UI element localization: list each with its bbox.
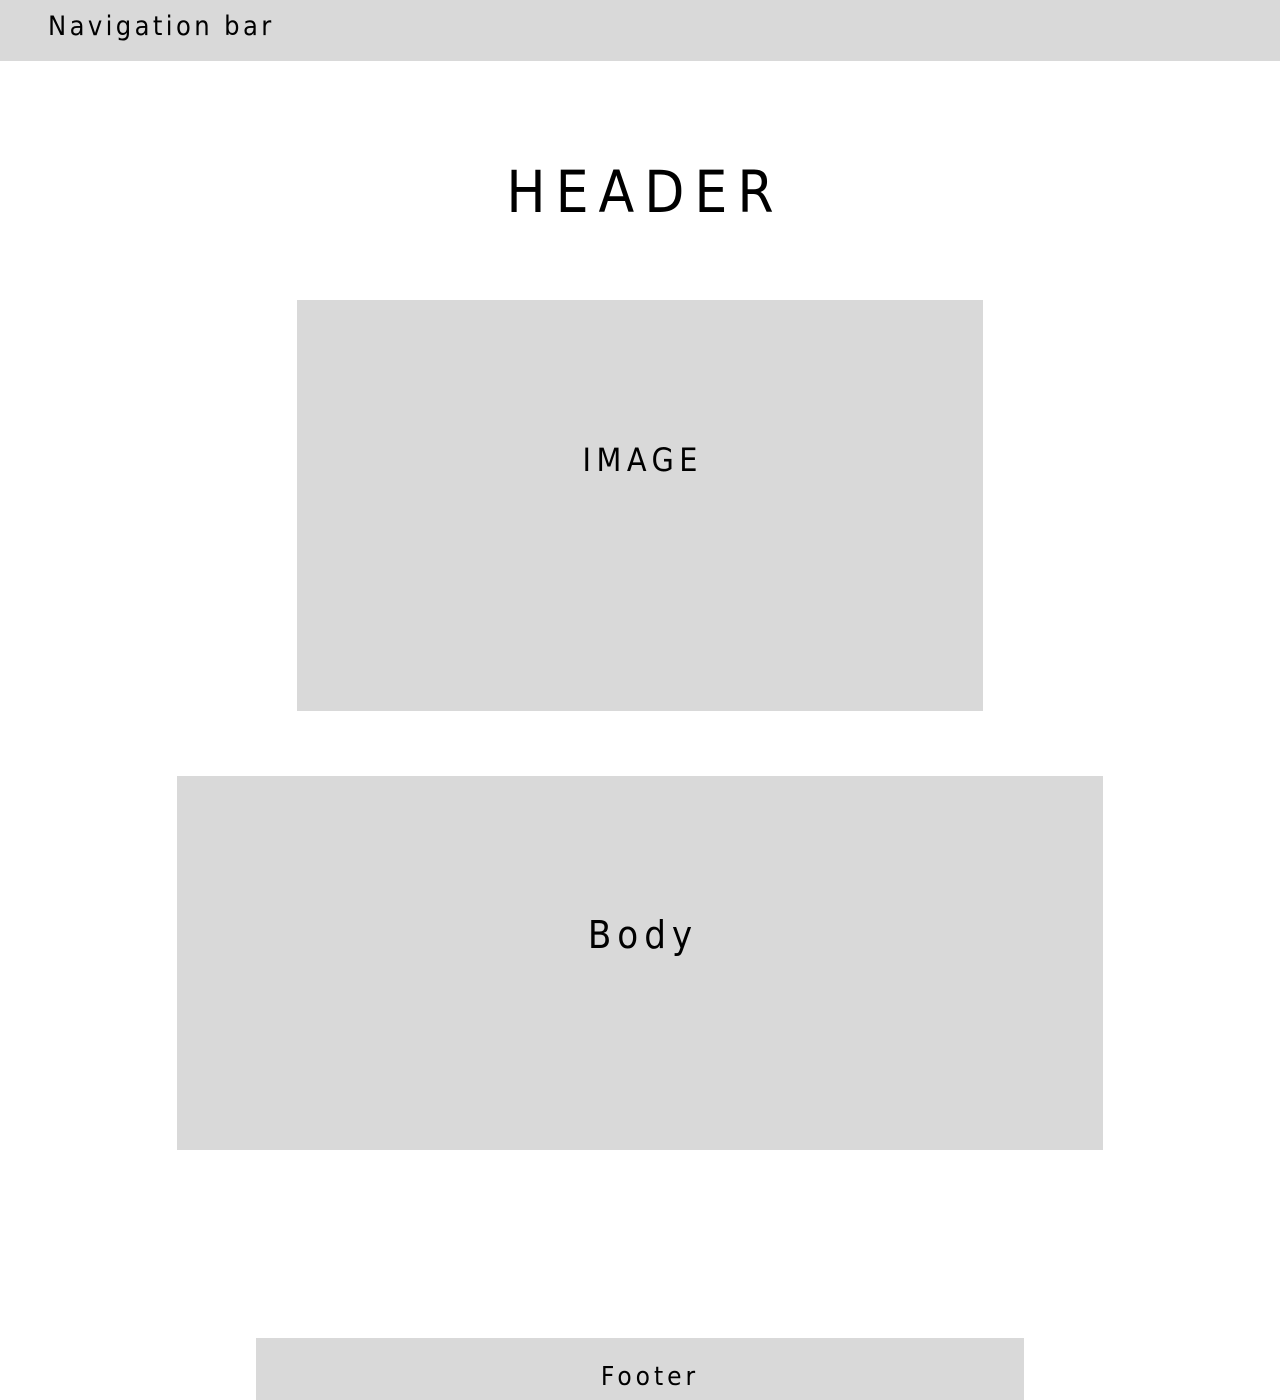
page-header: HEADER	[506, 158, 784, 226]
body-placeholder	[177, 776, 1103, 1150]
body-placeholder-label: Body	[587, 913, 699, 957]
image-placeholder	[297, 300, 983, 711]
navigation-bar-label: Navigation bar	[48, 11, 275, 42]
image-placeholder-label: IMAGE	[582, 441, 703, 479]
footer-label: Footer	[600, 1362, 700, 1392]
navigation-bar: Navigation bar	[0, 0, 1280, 61]
